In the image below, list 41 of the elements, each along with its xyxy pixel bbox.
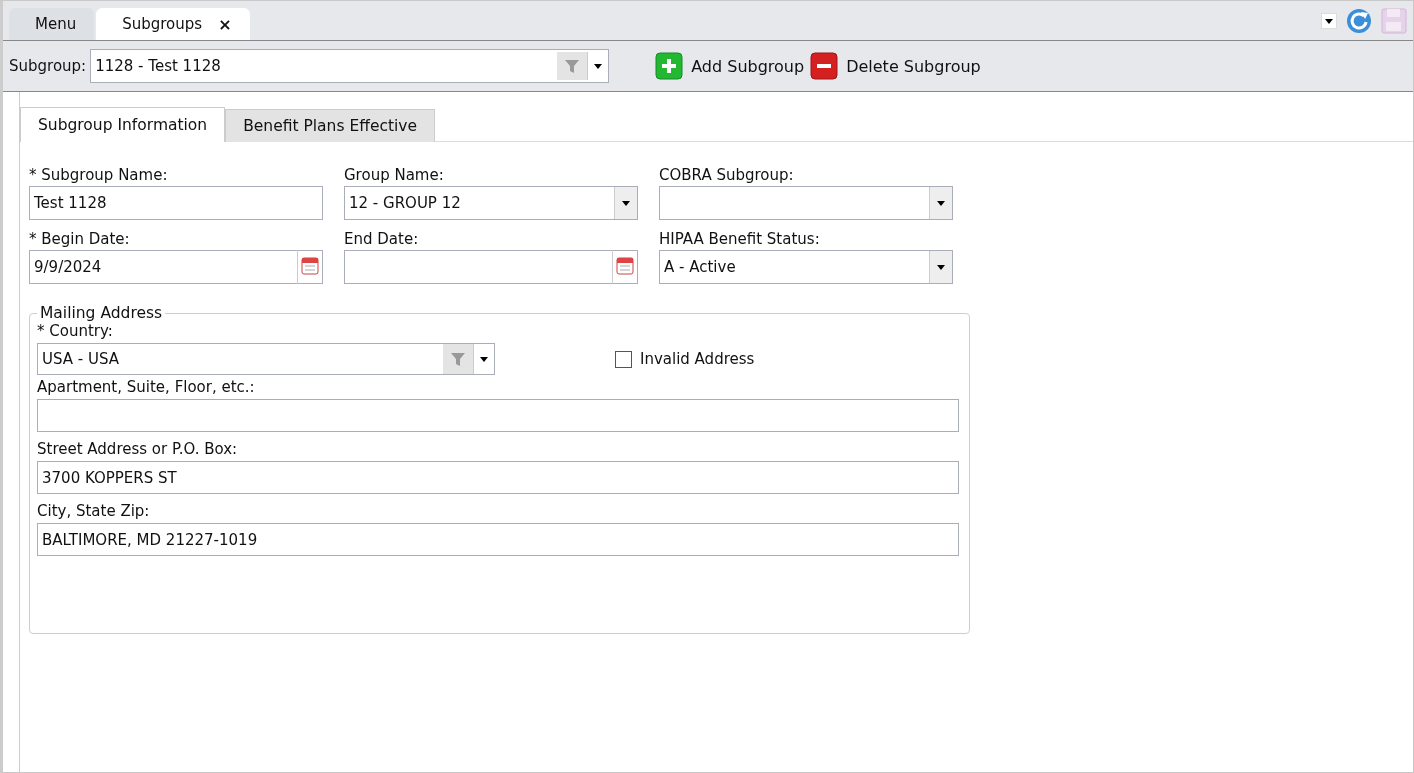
refresh-icon[interactable] [1345, 6, 1373, 35]
tab[interactable]: Subgroup Information [20, 107, 226, 142]
subgroup-label: Subgroup: [9, 57, 87, 75]
calendar-icon[interactable] [612, 250, 637, 284]
dropdown-icon[interactable] [1321, 12, 1337, 29]
field-label: End Date: [344, 230, 420, 248]
delete-subgroup-button[interactable]: Delete Subgroup [846, 56, 981, 76]
document-tab[interactable]: Subgroups × [96, 8, 250, 40]
close-icon[interactable]: × [218, 14, 232, 34]
field-label: * Begin Date: [29, 230, 131, 248]
input-field[interactable]: 3700 KOPPERS ST [37, 461, 959, 494]
checkbox[interactable] [615, 350, 632, 368]
input-field[interactable] [37, 399, 959, 432]
caret-icon[interactable] [614, 187, 637, 219]
checkbox-label: Invalid Address [640, 350, 755, 368]
dropdown-field[interactable]: 12 - GROUP 12 [344, 186, 638, 220]
input-field[interactable]: BALTIMORE, MD 21227-1019 [37, 523, 959, 556]
minus-icon[interactable] [810, 52, 839, 80]
caret-icon[interactable] [929, 187, 952, 219]
calendar-icon[interactable] [297, 250, 322, 284]
dropdown-field[interactable] [659, 186, 953, 220]
field-label: COBRA Subgroup: [659, 166, 795, 184]
tab[interactable]: Benefit Plans Effective [225, 109, 436, 142]
field-label: Street Address or P.O. Box: [37, 440, 239, 458]
add-subgroup-button[interactable]: Add Subgroup [691, 56, 805, 76]
field-label: * Country: [37, 322, 114, 340]
date-field[interactable] [344, 250, 638, 284]
field-label: Group Name: [344, 166, 445, 184]
plus-icon[interactable] [655, 52, 684, 80]
field-label: HIPAA Benefit Status: [659, 230, 821, 248]
document-tab[interactable]: Menu [9, 8, 95, 40]
country-combo[interactable]: USA - USA [37, 343, 495, 375]
subgroup-combo[interactable]: 1128 - Test 1128 [90, 49, 610, 83]
field-label: * Subgroup Name: [29, 166, 169, 184]
date-field[interactable]: 9/9/2024 [29, 250, 323, 284]
field-label: Apartment, Suite, Floor, etc.: [37, 378, 256, 396]
caret-icon[interactable] [929, 251, 952, 283]
dropdown-field[interactable]: A - Active [659, 250, 953, 284]
group-title: Mailing Address [39, 304, 164, 322]
input-field[interactable]: Test 1128 [29, 186, 323, 220]
field-label: City, State Zip: [37, 502, 151, 520]
